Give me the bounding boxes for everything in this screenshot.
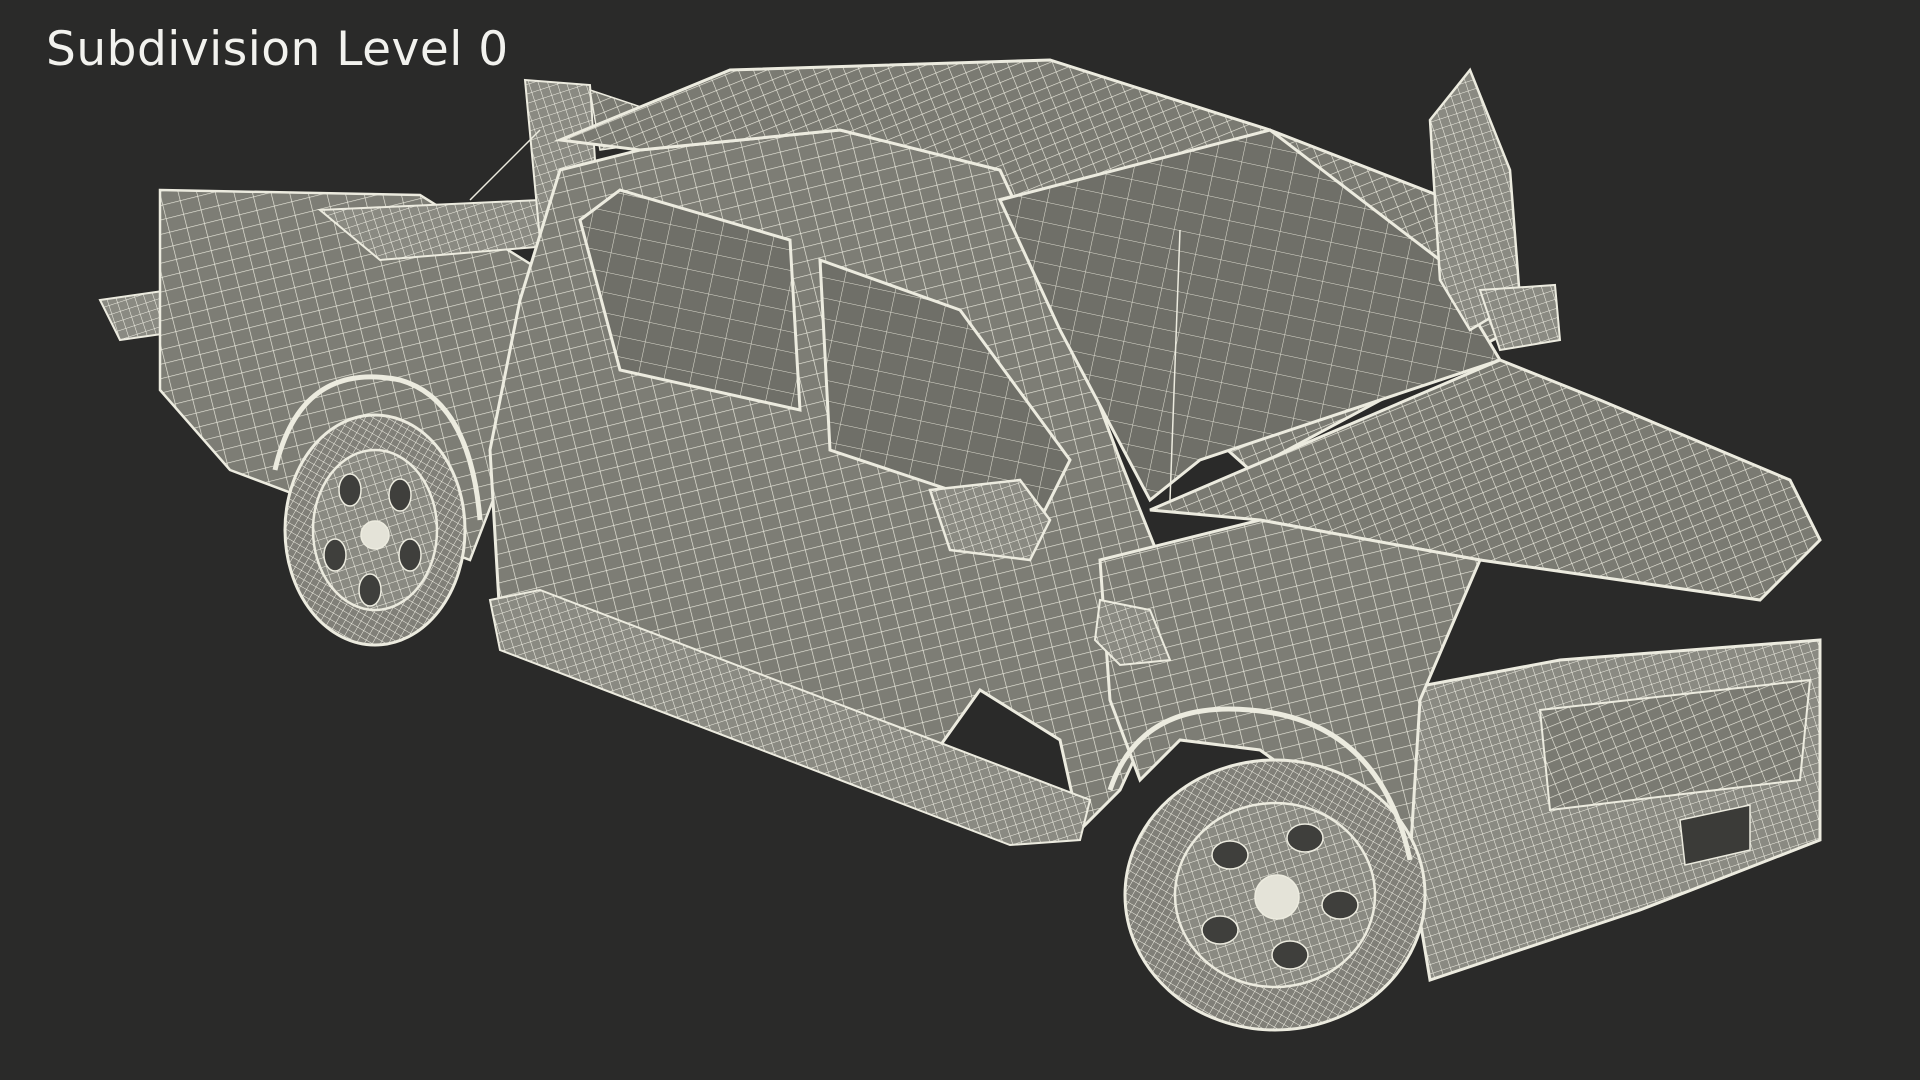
truck-wireframe-render (98, 58, 1822, 1032)
rear-wheel (283, 413, 467, 647)
front-grille (1398, 638, 1822, 982)
front-wheel (1123, 758, 1427, 1032)
viewport: Subdivision Level 0 (0, 0, 1920, 1080)
subdivision-level-label: Subdivision Level 0 (46, 22, 509, 77)
